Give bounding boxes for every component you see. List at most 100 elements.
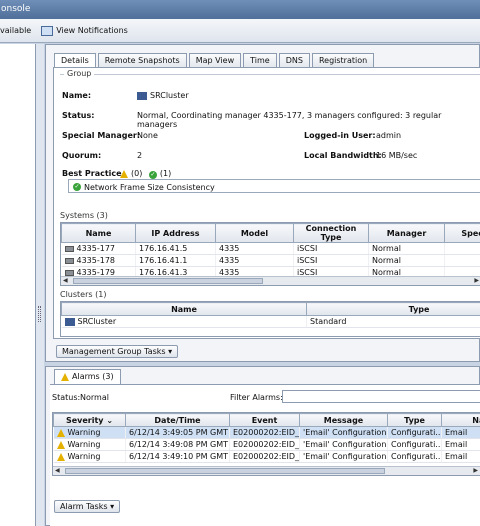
clusters-title: Clusters (1) <box>60 290 107 299</box>
systems-column-header[interactable]: Model <box>215 223 294 243</box>
table-cell: 4335 <box>215 254 294 267</box>
filter-alarms-input[interactable] <box>282 390 480 403</box>
table-row[interactable]: Warning 6/12/14 3:49:10 PM GMT E02000202:E… <box>53 450 480 463</box>
clusters-column-header[interactable]: Type <box>306 302 480 316</box>
navigation-tree-pane[interactable] <box>0 44 36 526</box>
scroll-thumb[interactable] <box>73 278 263 284</box>
tab-details[interactable]: Details <box>54 53 96 68</box>
table-cell: Email <box>441 426 480 439</box>
systems-column-header[interactable]: Connection Type <box>293 223 369 243</box>
details-content: Group Name: SRCluster Status: Normal, Co… <box>53 67 480 339</box>
scroll-left-icon[interactable]: ◀ <box>63 277 68 284</box>
table-cell: Normal <box>368 254 445 267</box>
name-label: Name: <box>62 91 92 100</box>
view-notifications-button[interactable]: View Notifications <box>41 25 128 36</box>
alarms-column-header[interactable]: Date/Time <box>125 413 230 427</box>
systems-column-header[interactable]: Special M <box>444 223 480 243</box>
vertical-splitter[interactable] <box>36 44 44 526</box>
best-practice-counts: (0) ✓ (1) <box>120 169 171 179</box>
toolbar-available[interactable]: vailable <box>0 26 31 35</box>
systems-table[interactable]: Name IP Address Model Connection Type Manage… <box>60 222 480 286</box>
table-cell: Warning <box>53 426 126 439</box>
dropdown-arrow-icon: ▾ <box>168 347 173 356</box>
table-cell: E02000202:EID_... <box>229 438 300 451</box>
management-group-tasks-label: Management Group Tasks <box>62 347 166 356</box>
alarm-tasks-button[interactable]: Alarm Tasks ▾ <box>54 500 121 513</box>
severity-text: Warning <box>67 428 101 437</box>
tab-remote-snapshots[interactable]: Remote Snapshots <box>97 53 187 67</box>
systems-column-header[interactable]: IP Address <box>135 223 216 243</box>
toolbar-available-label: vailable <box>0 26 32 35</box>
bp-ok-count: (1) <box>159 169 172 178</box>
cluster-icon <box>137 91 147 100</box>
system-name: 4335-177 <box>76 244 116 253</box>
best-practice-list[interactable]: ✓ Network Frame Size Consistency <box>68 179 480 193</box>
logged-in-user-value: admin <box>376 131 402 140</box>
group-legend: Group <box>64 69 95 78</box>
table-cell: Configurati... <box>387 438 442 451</box>
warning-icon <box>56 428 65 437</box>
systems-column-header[interactable]: Name <box>61 223 136 243</box>
table-cell: Warning <box>53 450 126 463</box>
storage-node-icon <box>64 269 74 276</box>
tab-registration[interactable]: Registration <box>311 53 375 67</box>
table-cell: 'Email' Configuration S... <box>299 426 388 439</box>
alarms-column-header[interactable]: Nam <box>441 413 480 427</box>
toolbar: vailable View Notifications <box>0 19 480 43</box>
table-cell: 4335 <box>215 242 294 255</box>
management-group-tasks-button[interactable]: Management Group Tasks ▾ <box>56 345 179 358</box>
best-practice-label: Best Practice <box>62 169 122 178</box>
table-row[interactable]: SRCluster Standard <box>61 315 480 328</box>
warning-icon <box>56 452 65 461</box>
alarm-status-label: Status: <box>52 393 81 402</box>
clusters-table[interactable]: Name Type SRCluster Standard <box>60 301 480 337</box>
alarms-tab-label: Alarms (3) <box>72 372 114 381</box>
table-cell: 6/12/14 3:49:08 PM GMT <box>125 438 230 451</box>
alarms-column-header[interactable]: Event <box>229 413 300 427</box>
scroll-right-icon[interactable]: ▶ <box>474 277 479 284</box>
tab-alarms[interactable]: Alarms (3) <box>54 369 121 384</box>
special-manager-label: Special Manager: <box>62 131 141 140</box>
alarm-tasks-label: Alarm Tasks <box>60 502 108 511</box>
systems-column-header[interactable]: Manager <box>368 223 445 243</box>
tab-map-view[interactable]: Map View <box>188 53 242 67</box>
alarms-tabs: Alarms (3) <box>54 369 123 384</box>
warning-icon <box>61 372 69 381</box>
table-cell: Configurati... <box>387 426 442 439</box>
table-cell: 6/12/14 3:49:05 PM GMT <box>125 426 230 439</box>
scroll-right-icon[interactable]: ▶ <box>473 467 478 474</box>
systems-horizontal-scrollbar[interactable]: ◀ ▶ <box>61 276 480 285</box>
cluster-name: SRCluster <box>77 317 117 326</box>
alarms-table[interactable]: Severity ⌄Date/TimeEventMessageTypeNam W… <box>52 412 480 476</box>
table-cell: Normal <box>368 242 445 255</box>
alarms-column-header[interactable]: Message <box>299 413 388 427</box>
tab-dns[interactable]: DNS <box>278 53 310 67</box>
table-cell: Configurati... <box>387 450 442 463</box>
quorum-value: 2 <box>137 151 143 160</box>
window-title-bar: onsole <box>0 0 480 19</box>
local-bandwidth-value: 16 MB/sec <box>376 151 418 160</box>
sort-chevron-icon: ⌄ <box>103 415 114 425</box>
table-row[interactable]: 4335-178 176.16.41.1 4335 iSCSI Normal <box>61 254 480 267</box>
clusters-column-header[interactable]: Name <box>61 302 307 316</box>
alarm-status-value: Normal <box>80 393 109 402</box>
ok-icon: ✓ <box>148 171 157 179</box>
table-row[interactable]: 4335-177 176.16.41.5 4335 iSCSI Normal <box>61 242 480 255</box>
system-name: 4335-178 <box>76 256 116 265</box>
splitter-grip-icon[interactable] <box>38 306 41 322</box>
tab-time[interactable]: Time <box>243 53 277 67</box>
table-cell: E02000202:EID_... <box>229 426 300 439</box>
scroll-left-icon[interactable]: ◀ <box>55 467 60 474</box>
scroll-thumb[interactable] <box>65 468 385 474</box>
table-row[interactable]: Warning 6/12/14 3:49:05 PM GMT E02000202:E… <box>53 426 480 439</box>
alarms-column-header[interactable]: Type <box>387 413 442 427</box>
notifications-icon <box>41 25 54 36</box>
table-row[interactable]: Warning 6/12/14 3:49:08 PM GMT E02000202:E… <box>53 438 480 451</box>
table-cell: Standard <box>306 315 480 328</box>
filter-alarms-label: Filter Alarms: <box>230 393 283 402</box>
table-cell: 176.16.41.1 <box>135 254 216 267</box>
table-cell <box>444 242 480 255</box>
alarms-column-header[interactable]: Severity ⌄ <box>53 413 126 427</box>
alarms-horizontal-scrollbar[interactable]: ◀ ▶ <box>53 466 480 475</box>
systems-title: Systems (3) <box>60 211 108 220</box>
